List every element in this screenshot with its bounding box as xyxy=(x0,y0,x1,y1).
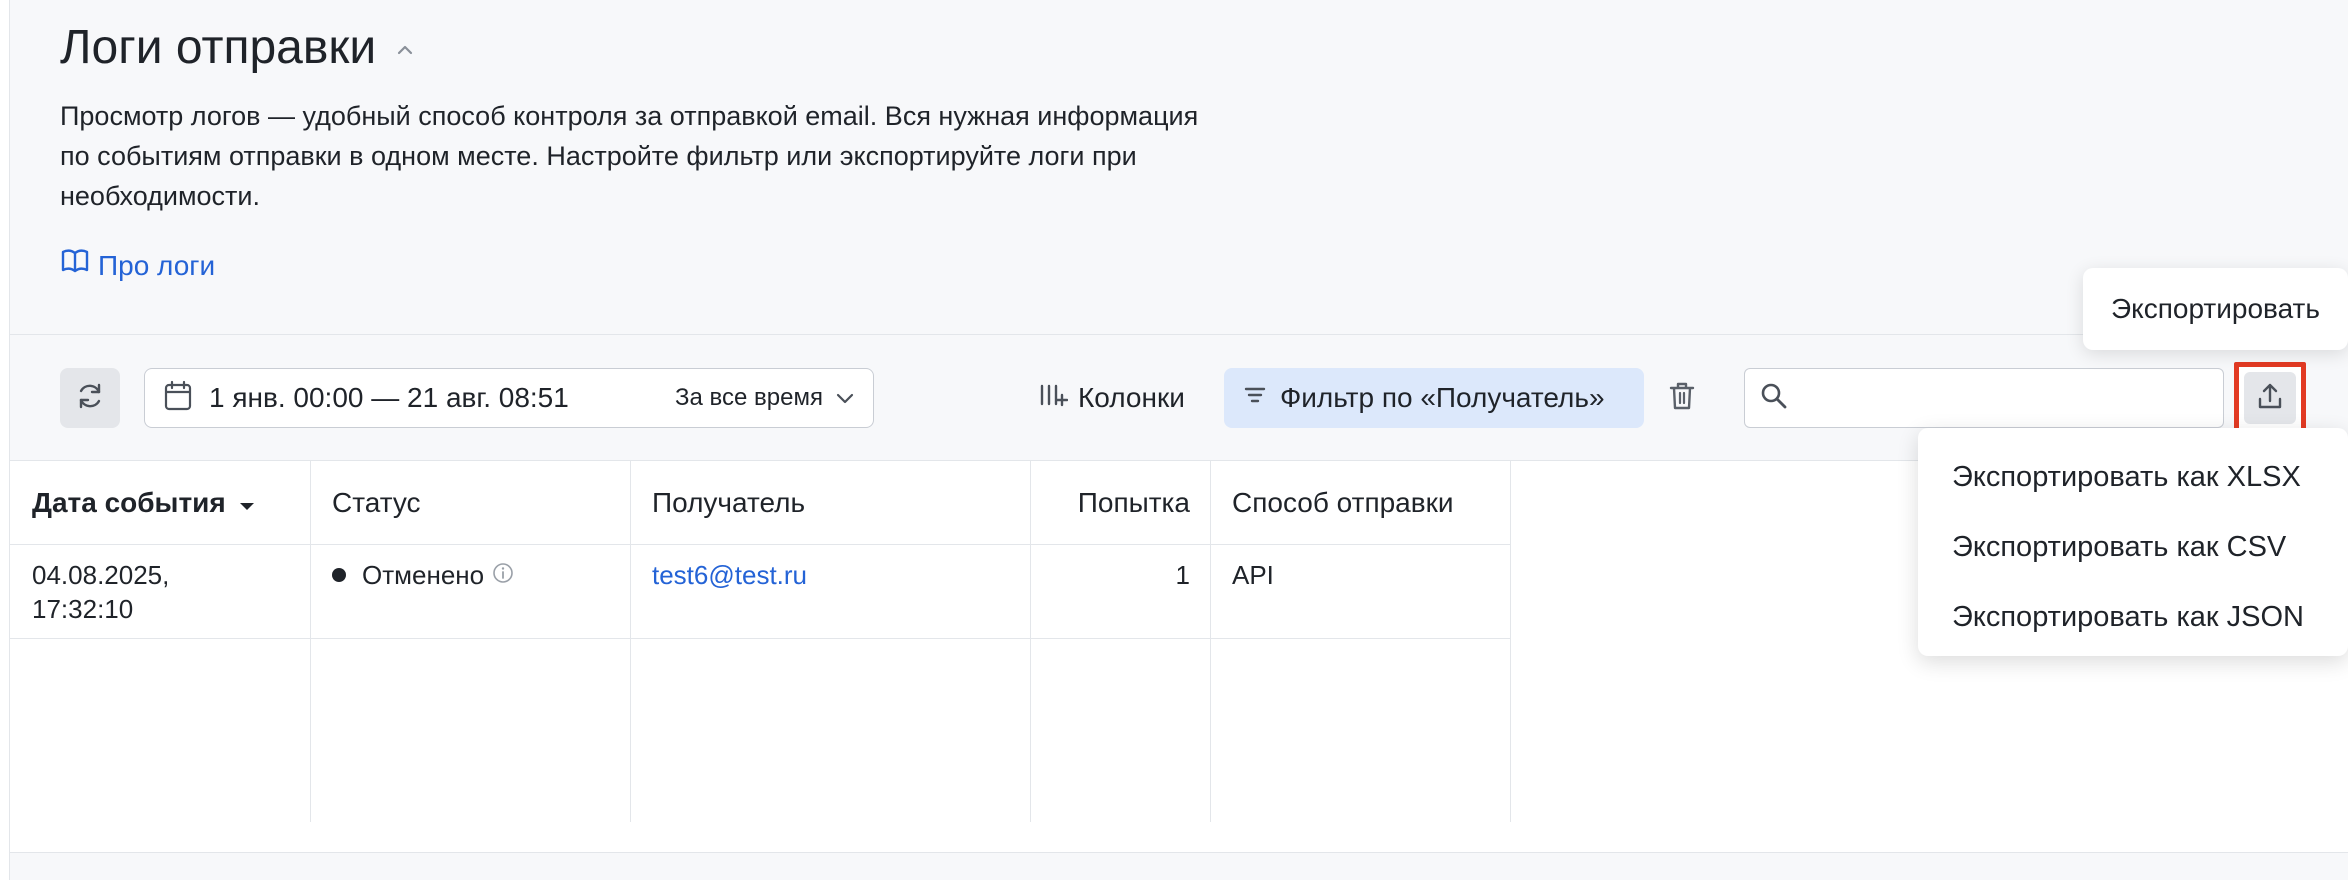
refresh-button[interactable] xyxy=(60,368,120,428)
search-input[interactable] xyxy=(1799,381,2209,415)
export-json-item[interactable]: Экспортировать как JSON xyxy=(1918,582,2348,652)
table-bottom-border xyxy=(10,852,2348,853)
page-header: Логи отправки Просмотр логов — удобный с… xyxy=(60,18,1200,216)
recipient-filter-button[interactable]: Фильтр по «Получатель» xyxy=(1224,368,1644,428)
page-title: Логи отправки xyxy=(60,21,377,74)
search-icon xyxy=(1759,381,1789,416)
column-header-date-label: Дата события xyxy=(32,487,226,518)
trash-icon xyxy=(1668,380,1696,417)
period-label: За все время xyxy=(675,384,823,411)
table-cell-attempt: 1 xyxy=(1175,560,1190,590)
export-xlsx-item[interactable]: Экспортировать как XLSX xyxy=(1918,442,2348,512)
filter-icon xyxy=(1242,382,1268,415)
status-label: Отменено xyxy=(362,560,485,590)
column-divider xyxy=(310,460,311,822)
column-divider xyxy=(630,460,631,822)
page-description: Просмотр логов — удобный способ контроля… xyxy=(60,101,1199,211)
table-cell-method: API xyxy=(1232,560,1274,590)
about-logs-label: Про логи xyxy=(98,250,216,281)
chevron-down-icon xyxy=(835,384,855,412)
table-cell-status: Отменено xyxy=(332,558,514,594)
export-button-inner xyxy=(2244,372,2296,424)
date-range-picker[interactable]: 1 янв. 00:00 — 21 авг. 08:51 За все врем… xyxy=(144,368,874,428)
column-divider xyxy=(1510,460,1511,822)
table-cell-date: 04.08.2025, 17:32:10 xyxy=(32,558,169,626)
table-cell-recipient: test6@test.ru xyxy=(652,558,807,592)
column-header-recipient[interactable]: Получатель xyxy=(652,478,805,528)
export-button[interactable] xyxy=(2234,362,2306,434)
column-header-date[interactable]: Дата события xyxy=(32,478,256,528)
columns-label: Колонки xyxy=(1078,382,1185,413)
calendar-icon xyxy=(163,380,193,417)
export-csv-item[interactable]: Экспортировать как CSV xyxy=(1918,512,2348,582)
period-select[interactable]: За все время xyxy=(675,384,855,412)
info-icon[interactable] xyxy=(492,558,514,592)
search-field[interactable] xyxy=(1744,368,2224,428)
left-edge-panel xyxy=(0,0,10,880)
about-logs-link[interactable]: Про логи xyxy=(60,246,215,286)
filter-label: Фильтр по «Получатель» xyxy=(1280,382,1605,413)
sort-desc-icon xyxy=(238,487,256,519)
collapse-chevron-icon[interactable] xyxy=(394,39,416,61)
column-header-attempt[interactable]: Попытка xyxy=(1030,478,1190,528)
upload-icon xyxy=(2256,381,2284,416)
book-icon xyxy=(60,246,90,286)
logs-page: Логи отправки Просмотр логов — удобный с… xyxy=(0,0,2348,880)
export-menu: Экспортировать как XLSX Экспортировать к… xyxy=(1918,428,2348,656)
column-header-method[interactable]: Способ отправки xyxy=(1232,478,1454,528)
column-header-status[interactable]: Статус xyxy=(332,478,421,528)
export-tooltip: Экспортировать xyxy=(2083,268,2348,350)
row-divider xyxy=(10,638,1511,639)
date-range-value: 1 янв. 00:00 — 21 авг. 08:51 xyxy=(209,382,569,413)
clear-filter-button[interactable] xyxy=(1662,376,1702,420)
recipient-email-link[interactable]: test6@test.ru xyxy=(652,560,807,590)
columns-icon xyxy=(1038,380,1069,417)
columns-button[interactable]: Колонки xyxy=(1030,368,1193,428)
status-dot-icon xyxy=(332,568,346,583)
date-line-1: 04.08.2025, xyxy=(32,560,170,590)
refresh-icon xyxy=(75,381,105,416)
header-row-divider xyxy=(10,544,1511,545)
date-line-2: 17:32:10 xyxy=(32,594,134,624)
column-divider xyxy=(1210,460,1211,822)
